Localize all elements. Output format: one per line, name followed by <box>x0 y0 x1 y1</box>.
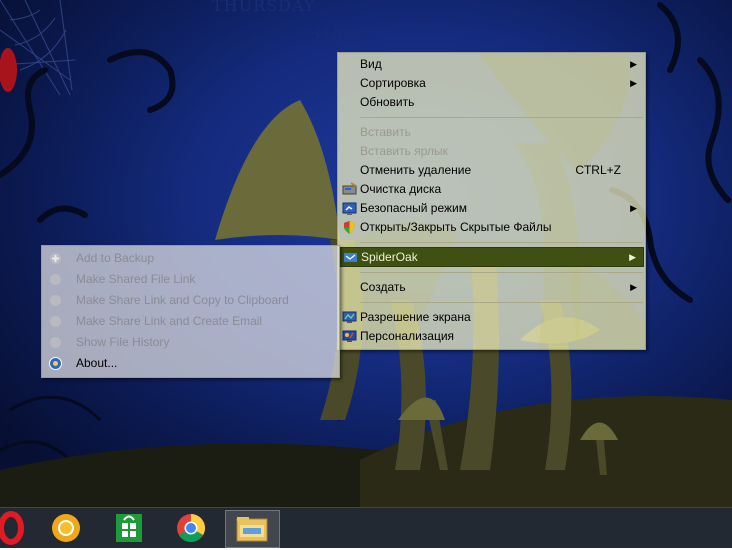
menu-separator <box>360 272 643 273</box>
windows-store-icon <box>116 514 142 542</box>
menu-item-refresh[interactable]: Обновить <box>339 93 644 112</box>
menu-item-safe-mode[interactable]: Безопасный режим ▶ <box>339 199 644 218</box>
menu-item-toggle-hidden-files[interactable]: Открыть/Закрыть Скрытые Файлы <box>339 218 644 237</box>
submenu-item-file-history[interactable]: Show File History <box>43 333 338 352</box>
submenu-item-about[interactable]: About... <box>43 354 338 373</box>
submenu-item-shared-file-link-label: Make Shared File Link <box>76 272 196 286</box>
menu-item-view-label: Вид <box>360 57 382 71</box>
history-icon <box>50 337 61 348</box>
submenu-item-add-to-backup-label: Add to Backup <box>76 251 155 265</box>
shield-icon <box>344 221 355 234</box>
menu-item-disk-cleanup[interactable]: Очистка диска <box>339 180 644 199</box>
menu-item-spideroak-label: SpiderOak <box>361 250 418 264</box>
spideroak-submenu: Add to Backup Make Shared File Link Make… <box>41 245 340 378</box>
menu-item-undo-delete[interactable]: Отменить удаление CTRL+Z <box>339 161 644 180</box>
menu-item-sort[interactable]: Сортировка ▶ <box>339 74 644 93</box>
submenu-arrow-icon: ▶ <box>630 78 637 88</box>
taskbar-windows-store-button[interactable] <box>104 510 154 546</box>
submenu-item-shared-file-link[interactable]: Make Shared File Link <box>43 270 338 289</box>
chrome-icon <box>177 514 205 542</box>
link-icon <box>50 274 61 285</box>
menu-item-toggle-hidden-files-label: Открыть/Закрыть Скрытые Файлы <box>360 220 552 234</box>
submenu-item-share-link-email[interactable]: Make Share Link and Create Email <box>43 312 338 331</box>
menu-item-undo-delete-label: Отменить удаление <box>360 163 472 177</box>
menu-item-spideroak[interactable]: SpiderOak ▶ <box>339 247 644 267</box>
menu-item-undo-shortcut: CTRL+Z <box>575 163 621 177</box>
disk-cleanup-icon <box>342 182 357 195</box>
menu-item-new-label: Создать <box>360 280 406 294</box>
menu-item-paste-shortcut[interactable]: Вставить ярлык <box>339 142 644 161</box>
about-icon <box>49 357 62 370</box>
display-icon <box>342 311 357 323</box>
opera-icon <box>0 511 24 545</box>
taskbar-chrome-canary-button[interactable] <box>41 510 91 546</box>
menu-item-personalize[interactable]: Персонализация <box>339 327 644 346</box>
submenu-arrow-icon: ▶ <box>630 282 637 292</box>
menu-item-disk-cleanup-label: Очистка диска <box>360 182 442 196</box>
taskbar-opera-button[interactable] <box>0 510 28 546</box>
menu-item-screen-resolution[interactable]: Разрешение экрана <box>339 308 644 327</box>
submenu-item-about-label: About... <box>76 356 118 370</box>
menu-item-paste[interactable]: Вставить <box>339 123 644 142</box>
submenu-arrow-icon: ▶ <box>629 252 636 262</box>
spideroak-icon <box>344 253 357 262</box>
submenu-item-share-link-clipboard[interactable]: Make Share Link and Copy to Clipboard <box>43 291 338 310</box>
taskbar-chrome-button[interactable] <box>166 510 216 546</box>
taskbar <box>0 507 732 548</box>
menu-item-new[interactable]: Создать ▶ <box>339 278 644 297</box>
menu-item-personalize-label: Персонализация <box>360 329 455 343</box>
add-backup-icon <box>50 253 61 264</box>
submenu-item-add-to-backup[interactable]: Add to Backup <box>43 249 338 268</box>
taskbar-file-explorer-button[interactable] <box>225 510 280 548</box>
personalize-icon <box>342 330 357 342</box>
file-explorer-icon <box>236 517 268 542</box>
desktop-context-menu: Вид ▶ Сортировка ▶ Обновить Вставить Вст… <box>337 52 646 350</box>
menu-item-sort-label: Сортировка <box>360 76 426 90</box>
safe-mode-icon <box>342 202 357 215</box>
submenu-item-share-link-clipboard-label: Make Share Link and Copy to Clipboard <box>76 293 289 307</box>
menu-item-view[interactable]: Вид ▶ <box>339 55 644 74</box>
menu-item-screen-resolution-label: Разрешение экрана <box>360 310 471 324</box>
menu-item-paste-shortcut-label: Вставить ярлык <box>360 144 448 158</box>
submenu-arrow-icon: ▶ <box>630 59 637 69</box>
menu-item-safe-mode-label: Безопасный режим <box>360 201 467 215</box>
wallpaper-date-text: 13 NOV <box>314 26 362 40</box>
chrome-canary-icon <box>52 514 80 542</box>
menu-separator <box>360 302 643 303</box>
menu-item-refresh-label: Обновить <box>360 95 415 109</box>
submenu-item-share-link-email-label: Make Share Link and Create Email <box>76 314 263 328</box>
submenu-arrow-icon: ▶ <box>630 203 637 213</box>
email-link-icon <box>50 316 61 327</box>
menu-separator <box>360 242 643 243</box>
submenu-item-file-history-label: Show File History <box>76 335 170 349</box>
clipboard-link-icon <box>50 295 61 306</box>
menu-separator <box>360 117 643 118</box>
wallpaper-day-text: THURSDAY <box>212 0 316 15</box>
menu-item-paste-label: Вставить <box>360 125 411 139</box>
